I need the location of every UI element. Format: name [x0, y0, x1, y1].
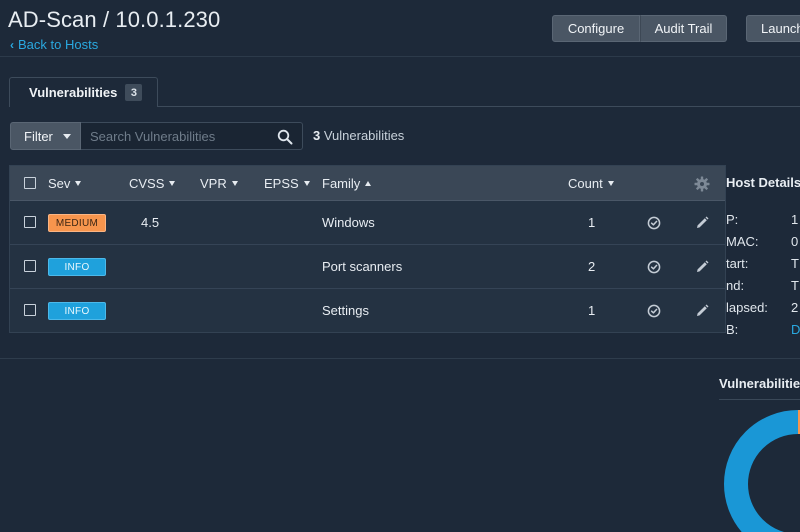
row-checkbox[interactable] — [24, 260, 36, 272]
page-title: AD-Scan / 10.0.1.230 — [8, 7, 221, 32]
tab-vulnerabilities-label: Vulnerabilities — [29, 85, 118, 100]
result-count-text: 3 Vulnerabilities — [313, 128, 404, 143]
host-detail-label: P: — [726, 212, 739, 227]
host-detail-value: 0 — [791, 234, 799, 249]
edit-pencil-icon[interactable] — [694, 303, 710, 319]
family-value: Port scanners — [322, 259, 403, 274]
edit-pencil-icon[interactable] — [694, 259, 710, 275]
sort-down-icon — [607, 181, 614, 186]
column-header-family[interactable]: Family — [322, 176, 372, 191]
column-header-cvss[interactable]: CVSS — [129, 176, 176, 191]
result-count-label: Vulnerabilities — [323, 128, 405, 143]
cvss-value: 4.5 — [141, 215, 160, 230]
row-checkbox[interactable] — [24, 304, 36, 316]
table-row[interactable]: INFO Settings 1 — [10, 289, 725, 333]
chevron-left-icon: ‹ — [10, 37, 14, 52]
table-row[interactable]: MEDIUM 4.5 Windows 1 — [10, 201, 725, 245]
sort-down-icon — [75, 181, 82, 186]
column-header-vpr[interactable]: VPR — [200, 176, 238, 191]
section-divider — [0, 358, 800, 359]
count-value: 1 — [588, 303, 596, 318]
host-detail-link[interactable]: D — [791, 322, 800, 337]
audit-trail-button[interactable]: Audit Trail — [640, 15, 727, 42]
row-checkbox[interactable] — [24, 216, 36, 228]
gear-icon[interactable] — [694, 176, 710, 192]
family-value: Windows — [322, 215, 375, 230]
host-detail-value: T — [791, 256, 799, 271]
search-input[interactable] — [81, 123, 271, 149]
sort-up-icon — [365, 181, 372, 186]
host-details-title: Host Details — [726, 175, 800, 190]
filter-label: Filter — [24, 128, 53, 144]
search-box — [81, 122, 303, 150]
sort-down-icon — [303, 181, 310, 186]
column-header-count[interactable]: Count — [568, 176, 614, 191]
column-header-sev-label: Sev — [48, 176, 71, 191]
host-detail-label: MAC: — [726, 234, 759, 249]
severity-badge: INFO — [48, 302, 106, 320]
tab-count-badge: 3 — [125, 84, 143, 101]
count-value: 2 — [588, 259, 596, 274]
vulnerabilities-panel-title: Vulnerabilities — [719, 376, 800, 391]
severity-badge: INFO — [48, 258, 106, 276]
donut-segment-info — [724, 410, 800, 532]
vulnerabilities-table: Sev CVSS VPR EPSS Family Count MEDIUM 4.… — [9, 165, 726, 333]
header-divider — [0, 56, 800, 57]
select-all-checkbox[interactable] — [24, 177, 36, 189]
column-header-sev[interactable]: Sev — [48, 176, 82, 191]
column-header-cvss-label: CVSS — [129, 176, 165, 191]
back-to-hosts-label: Back to Hosts — [18, 37, 99, 52]
tab-vulnerabilities[interactable]: Vulnerabilities 3 — [9, 77, 158, 107]
back-to-hosts-link[interactable]: ‹ Back to Hosts — [10, 37, 98, 52]
column-header-count-label: Count — [568, 176, 603, 191]
column-header-family-label: Family — [322, 176, 361, 191]
host-detail-label: tart: — [726, 256, 749, 271]
count-value: 1 — [588, 215, 596, 230]
host-detail-label: lapsed: — [726, 300, 768, 315]
snooze-clock-icon[interactable] — [646, 259, 662, 275]
host-detail-label: nd: — [726, 278, 745, 293]
column-header-vpr-label: VPR — [200, 176, 227, 191]
family-value: Settings — [322, 303, 369, 318]
column-header-epss[interactable]: EPSS — [264, 176, 310, 191]
launch-button[interactable]: Launch — [746, 15, 800, 42]
vulnerabilities-donut-chart — [724, 410, 800, 532]
host-detail-value: T — [791, 278, 799, 293]
table-header: Sev CVSS VPR EPSS Family Count — [10, 166, 725, 201]
search-icon[interactable] — [277, 129, 293, 145]
table-row[interactable]: INFO Port scanners 2 — [10, 245, 725, 289]
column-header-epss-label: EPSS — [264, 176, 299, 191]
sort-down-icon — [169, 181, 176, 186]
vulnerabilities-panel-divider — [719, 399, 800, 400]
snooze-clock-icon[interactable] — [646, 303, 662, 319]
configure-button[interactable]: Configure — [552, 15, 640, 42]
severity-badge: MEDIUM — [48, 214, 106, 232]
snooze-clock-icon[interactable] — [646, 215, 662, 231]
tab-baseline — [158, 106, 800, 107]
host-detail-value: 2 — [791, 300, 799, 315]
filter-button[interactable]: Filter — [10, 122, 81, 150]
host-detail-value: 1 — [791, 212, 799, 227]
edit-pencil-icon[interactable] — [694, 215, 710, 231]
caret-down-icon — [62, 133, 71, 139]
sort-down-icon — [231, 181, 238, 186]
result-count-number: 3 — [313, 128, 321, 143]
host-detail-label: B: — [726, 322, 739, 337]
